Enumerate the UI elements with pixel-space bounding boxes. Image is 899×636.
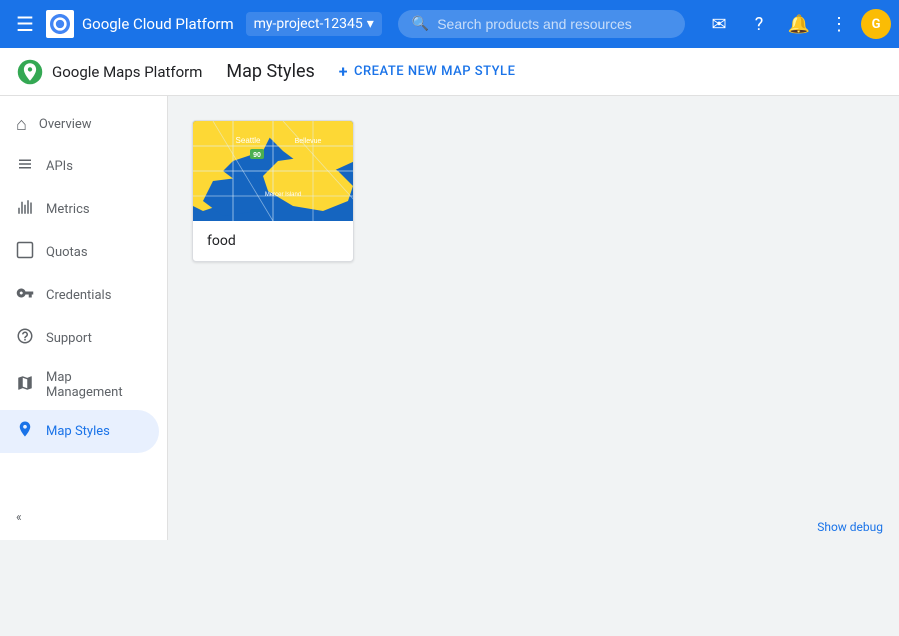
top-icons: ✉ ? 🔔 ⋮ G (701, 6, 891, 42)
brand: Google Cloud Platform (46, 10, 234, 38)
overview-icon: ⌂ (16, 114, 27, 135)
create-new-map-style-button[interactable]: + CREATE NEW MAP STYLE (339, 62, 516, 81)
quotas-icon (16, 241, 34, 264)
svg-text:Bellevue: Bellevue (295, 138, 322, 145)
sidebar-item-support[interactable]: Support (0, 317, 159, 360)
email-icon[interactable]: ✉ (701, 6, 737, 42)
search-icon: 🔍 (412, 16, 429, 32)
sidebar-item-label: Credentials (46, 288, 111, 303)
map-preview-svg: Seattle Bellevue Mercer Island 90 (193, 121, 354, 221)
svg-text:Mercer Island: Mercer Island (265, 192, 301, 198)
create-btn-label: CREATE NEW MAP STYLE (354, 64, 515, 79)
page-title: Map Styles (226, 61, 314, 82)
sub-brand-name: Google Maps Platform (52, 63, 202, 81)
avatar[interactable]: G (861, 9, 891, 39)
map-style-card-food[interactable]: Seattle Bellevue Mercer Island 90 food (192, 120, 354, 262)
content-area: Seattle Bellevue Mercer Island 90 food (168, 96, 899, 540)
sub-header: Google Maps Platform Map Styles + CREATE… (0, 48, 899, 96)
map-preview: Seattle Bellevue Mercer Island 90 (193, 121, 354, 221)
menu-icon[interactable]: ☰ (8, 4, 42, 44)
sidebar-item-overview[interactable]: ⌂ Overview (0, 104, 159, 145)
map-styles-icon (16, 420, 34, 443)
sidebar-item-credentials[interactable]: Credentials (0, 274, 159, 317)
maps-logo (16, 58, 44, 86)
gcp-logo (46, 10, 74, 38)
support-icon (16, 327, 34, 350)
sidebar-item-label: Overview (39, 117, 92, 132)
help-icon[interactable]: ? (741, 6, 777, 42)
map-management-icon (16, 374, 34, 397)
sidebar-item-label: Metrics (46, 202, 90, 217)
svg-text:Seattle: Seattle (236, 136, 261, 145)
collapse-icon: « (16, 510, 22, 524)
sidebar-item-map-management[interactable]: Map Management (0, 360, 159, 410)
svg-text:90: 90 (253, 152, 261, 159)
sidebar-item-label: Map Styles (46, 424, 110, 439)
notifications-icon[interactable]: 🔔 (781, 6, 817, 42)
sidebar-item-map-styles[interactable]: Map Styles (0, 410, 159, 453)
credentials-icon (16, 284, 34, 307)
sidebar-item-label: Quotas (46, 245, 88, 260)
sidebar-item-label: Support (46, 331, 92, 346)
more-icon[interactable]: ⋮ (821, 6, 857, 42)
top-bar: ☰ Google Cloud Platform my-project-12345… (0, 0, 899, 48)
project-selector[interactable]: my-project-12345 ▾ (246, 12, 382, 36)
sidebar: ⌂ Overview APIs Metrics Quotas Credent (0, 96, 168, 540)
sidebar-item-metrics[interactable]: Metrics (0, 188, 159, 231)
debug-label: Show debug (817, 520, 883, 534)
apis-icon (16, 155, 34, 178)
bottom-bar[interactable]: Show debug (801, 514, 899, 540)
main-layout: ⌂ Overview APIs Metrics Quotas Credent (0, 96, 899, 540)
sub-brand: Google Maps Platform (16, 58, 202, 86)
search-input[interactable] (437, 16, 671, 32)
sidebar-collapse[interactable]: « (0, 502, 167, 532)
expand-icon: ▾ (367, 16, 374, 32)
sidebar-item-quotas[interactable]: Quotas (0, 231, 159, 274)
sidebar-item-label: Map Management (46, 370, 143, 400)
sidebar-item-apis[interactable]: APIs (0, 145, 159, 188)
create-icon: + (339, 62, 348, 81)
search-bar[interactable]: 🔍 (398, 10, 685, 38)
map-style-label: food (193, 221, 353, 261)
metrics-icon (16, 198, 34, 221)
brand-name: Google Cloud Platform (82, 15, 234, 33)
sidebar-item-label: APIs (46, 159, 73, 174)
project-name: my-project-12345 (254, 16, 363, 32)
